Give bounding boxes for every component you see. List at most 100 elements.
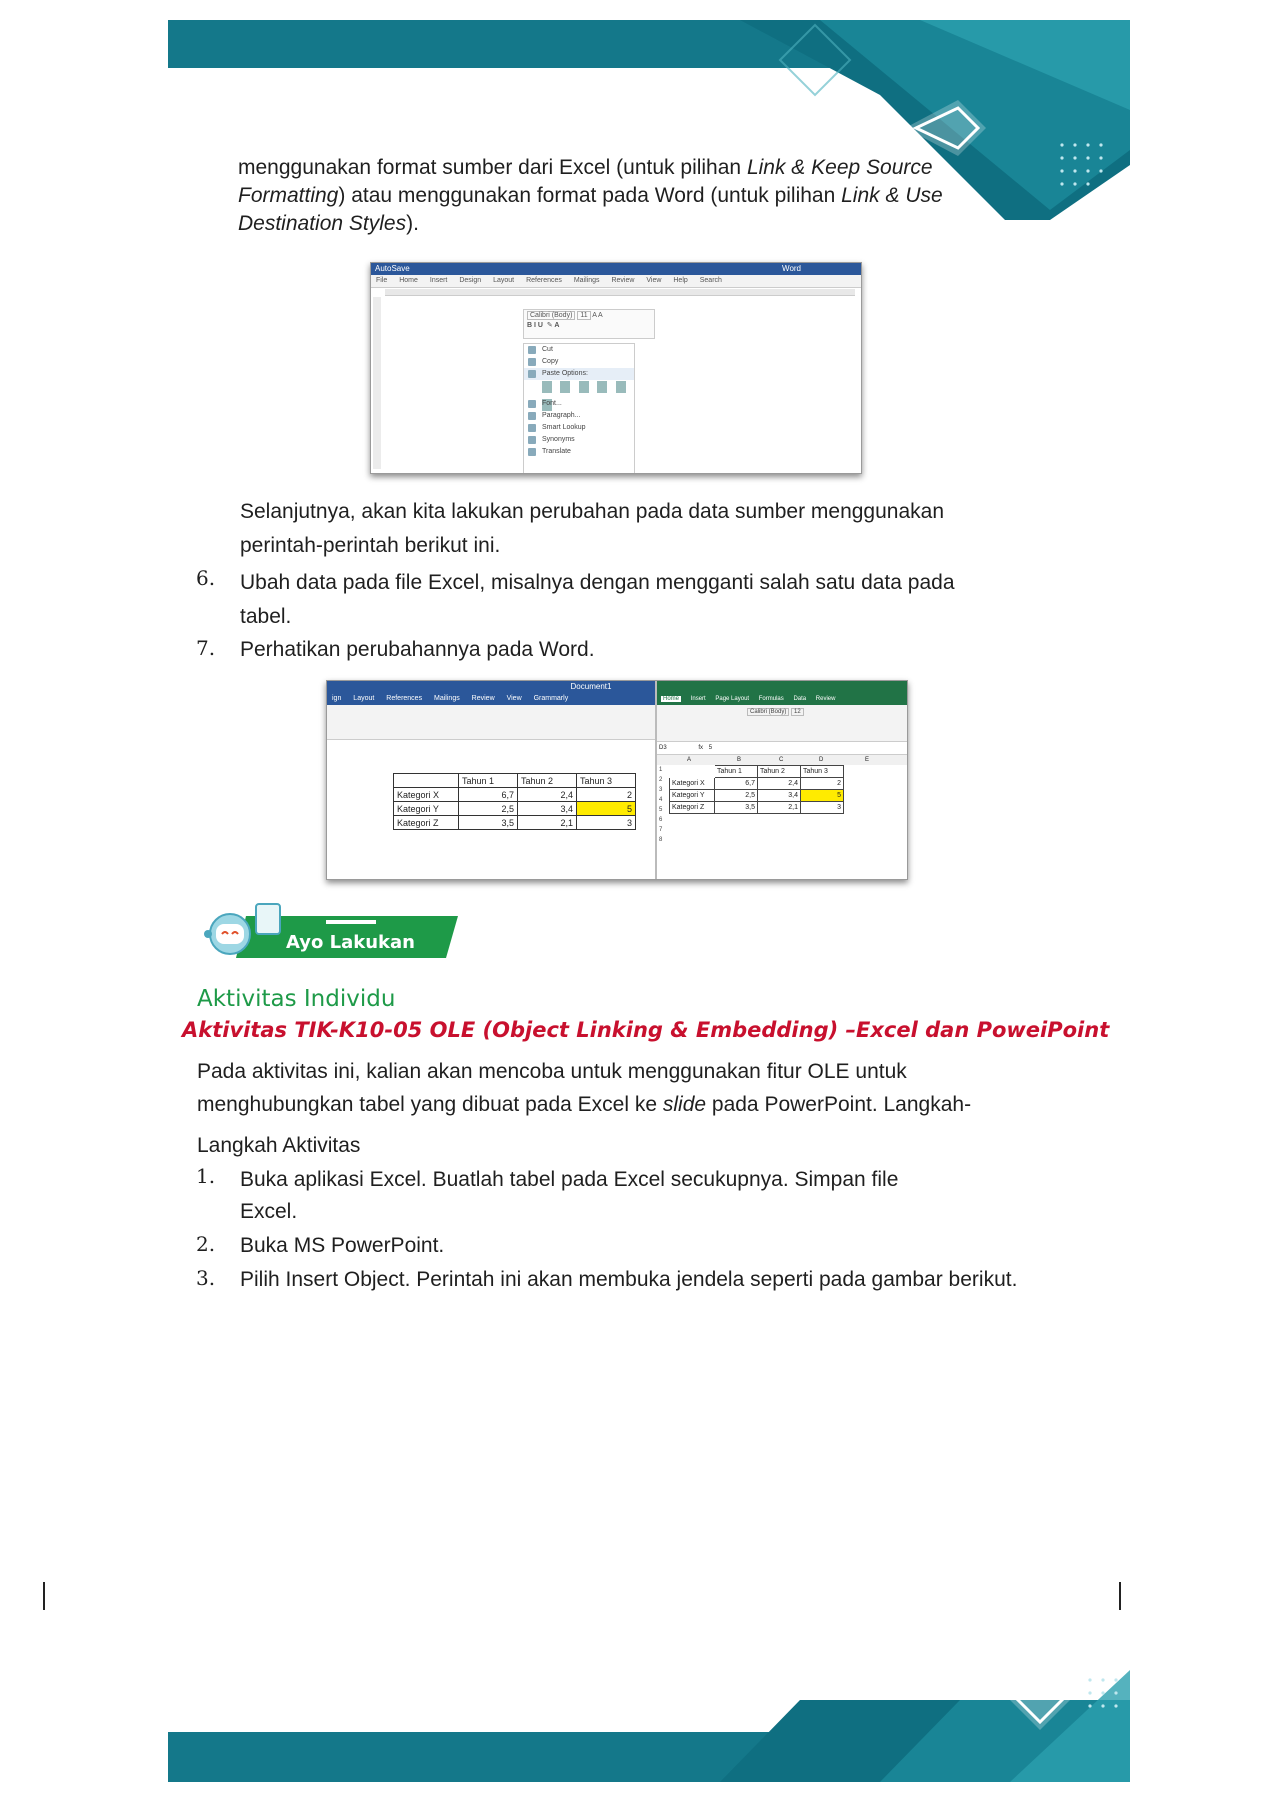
row-number: 1 bbox=[659, 767, 663, 773]
text-run: pada PowerPoint. Langkah- bbox=[706, 1093, 972, 1116]
next-paragraph-line-1: Selanjutnya, akan kita lakukan perubahan… bbox=[240, 500, 945, 523]
table-cell[interactable]: 2,4 bbox=[757, 777, 801, 790]
tab-view[interactable]: View bbox=[646, 277, 661, 284]
tab-help[interactable]: Help bbox=[673, 277, 687, 284]
row-number: 6 bbox=[659, 817, 663, 823]
word-title-bar: AutoSave Word bbox=[371, 263, 861, 275]
mini-toolbar: Calibri (Body) 11 A A B I U ✎ A bbox=[523, 309, 655, 339]
menu-item-smart-lookup[interactable]: Smart Lookup bbox=[524, 422, 634, 434]
column-letter: D bbox=[819, 757, 824, 763]
step-number: 1. bbox=[196, 1164, 216, 1188]
step-item: 1. Buka aplikasi Excel. Buatlah tabel pa… bbox=[196, 1164, 1116, 1232]
font-name-box[interactable]: Calibri (Body) bbox=[747, 708, 790, 716]
tab-page-layout[interactable]: Page Layout bbox=[715, 696, 749, 702]
tab-grammarly[interactable]: Grammarly bbox=[534, 695, 569, 702]
text-run: ). bbox=[406, 212, 419, 235]
table-row: Kategori Z 3,5 2,1 3 bbox=[669, 801, 844, 814]
table-row: Kategori Y 2,5 3,4 5 bbox=[669, 789, 844, 802]
paste-picture-icon[interactable] bbox=[615, 381, 626, 393]
tab-data[interactable]: Data bbox=[793, 696, 806, 702]
menu-item-font[interactable]: Font... bbox=[524, 398, 634, 410]
step-item: 3. Pilih Insert Object. Perintah ini aka… bbox=[196, 1266, 1116, 1300]
table-cell: 2,1 bbox=[517, 815, 577, 830]
tab-review[interactable]: Review bbox=[472, 695, 495, 702]
tab-formulas[interactable]: Formulas bbox=[759, 696, 784, 702]
font-size-box[interactable]: 12 bbox=[791, 708, 804, 716]
table-cell[interactable]: 2,1 bbox=[757, 801, 801, 814]
word-linked-table: Tahun 1 Tahun 2 Tahun 3 Kategori X 6,7 2… bbox=[393, 773, 636, 830]
tab-review[interactable]: Review bbox=[816, 696, 836, 702]
table-header-cell: Tahun 2 bbox=[757, 765, 801, 778]
excel-tabs: Home Insert Page Layout Formulas Data Re… bbox=[657, 693, 907, 705]
table-cell[interactable]: 2,5 bbox=[714, 789, 758, 802]
menu-label: Font... bbox=[542, 400, 562, 407]
table-cell[interactable]: Kategori X bbox=[669, 777, 715, 790]
menu-item-translate[interactable]: Translate bbox=[524, 446, 634, 458]
tab-design[interactable]: Design bbox=[459, 277, 481, 284]
column-headers: A B C D E bbox=[657, 755, 907, 765]
paste-options-row bbox=[524, 380, 634, 411]
step-number: 6. bbox=[196, 566, 216, 590]
tab-home[interactable]: Home bbox=[399, 277, 418, 284]
font-name-box[interactable]: Calibri (Body) bbox=[527, 311, 576, 320]
menu-item-cut[interactable]: Cut bbox=[524, 344, 634, 356]
tab-home[interactable]: Home bbox=[661, 696, 682, 702]
intro-line-1: Pada aktivitas ini, kalian akan mencoba … bbox=[197, 1060, 907, 1083]
table-cell: Kategori Y bbox=[393, 801, 459, 816]
formula-input[interactable]: 5 bbox=[709, 745, 712, 751]
tab-mailings[interactable]: Mailings bbox=[434, 695, 460, 702]
synonyms-icon bbox=[528, 436, 536, 444]
paragraph-icon bbox=[528, 412, 536, 420]
row-number: 4 bbox=[659, 797, 663, 803]
tab-file[interactable]: File bbox=[376, 277, 387, 284]
table-cell-highlighted[interactable]: 5 bbox=[800, 789, 844, 802]
font-size-box[interactable]: 11 bbox=[577, 311, 591, 320]
table-cell: 2 bbox=[576, 787, 636, 802]
tab-layout[interactable]: Layout bbox=[493, 277, 514, 284]
tab-references[interactable]: References bbox=[526, 277, 562, 284]
paste-link-keep-source-icon[interactable] bbox=[578, 381, 589, 393]
row-number: 7 bbox=[659, 827, 663, 833]
table-cell[interactable]: Kategori Z bbox=[669, 801, 715, 814]
name-box[interactable]: D3 bbox=[659, 745, 667, 751]
paste-keep-source-icon[interactable] bbox=[542, 381, 552, 393]
tab-design[interactable]: ign bbox=[332, 695, 341, 702]
step-text: Pilih Insert Object. Perintah ini akan m… bbox=[240, 1268, 1018, 1291]
tab-insert[interactable]: Insert bbox=[691, 696, 706, 702]
tab-insert[interactable]: Insert bbox=[430, 277, 448, 284]
menu-item-paragraph[interactable]: Paragraph... bbox=[524, 410, 634, 422]
table-cell[interactable]: Kategori Y bbox=[669, 789, 715, 802]
tab-view[interactable]: View bbox=[507, 695, 522, 702]
tab-search[interactable]: Search bbox=[700, 277, 722, 284]
tab-review[interactable]: Review bbox=[611, 277, 634, 284]
table-cell[interactable]: 2 bbox=[800, 777, 844, 790]
ayo-lakukan-label: Ayo Lakukan bbox=[286, 932, 415, 953]
paste-link-use-destination-icon[interactable] bbox=[597, 381, 608, 393]
left-margin-mark bbox=[43, 1582, 45, 1610]
menu-item-copy[interactable]: Copy bbox=[524, 356, 634, 368]
table-header-cell: Tahun 2 bbox=[517, 773, 577, 788]
table-cell[interactable]: 6,7 bbox=[714, 777, 758, 790]
table-cell[interactable]: 3 bbox=[800, 801, 844, 814]
menu-label: Smart Lookup bbox=[542, 424, 586, 431]
table-cell: Kategori Z bbox=[393, 815, 459, 830]
tab-references[interactable]: References bbox=[386, 695, 422, 702]
word-tab-strip: File Home Insert Design Layout Reference… bbox=[371, 275, 861, 288]
table-cell: 2,5 bbox=[458, 801, 518, 816]
tab-layout[interactable]: Layout bbox=[353, 695, 374, 702]
tab-mailings[interactable]: Mailings bbox=[574, 277, 600, 284]
table-cell[interactable]: 3,5 bbox=[714, 801, 758, 814]
table-cell[interactable]: 3,4 bbox=[757, 789, 801, 802]
bottom-banner-graphic bbox=[168, 1670, 1130, 1782]
document-title: Document1 bbox=[570, 682, 612, 691]
table-cell: 2,4 bbox=[517, 787, 577, 802]
continuation-line-1: menggunakan format sumber dari Excel (un… bbox=[238, 154, 1068, 182]
column-letter: E bbox=[865, 757, 870, 763]
menu-item-synonyms[interactable]: Synonyms bbox=[524, 434, 634, 446]
paste-destination-styles-icon[interactable] bbox=[560, 381, 571, 393]
step-item: 7. Perhatikan perubahannya pada Word. bbox=[196, 636, 1096, 670]
word-title-bar: Document1 bbox=[327, 681, 655, 693]
text-run-italic: Formatting bbox=[238, 184, 339, 207]
step-number: 2. bbox=[196, 1232, 216, 1256]
word-ruler bbox=[385, 289, 855, 296]
